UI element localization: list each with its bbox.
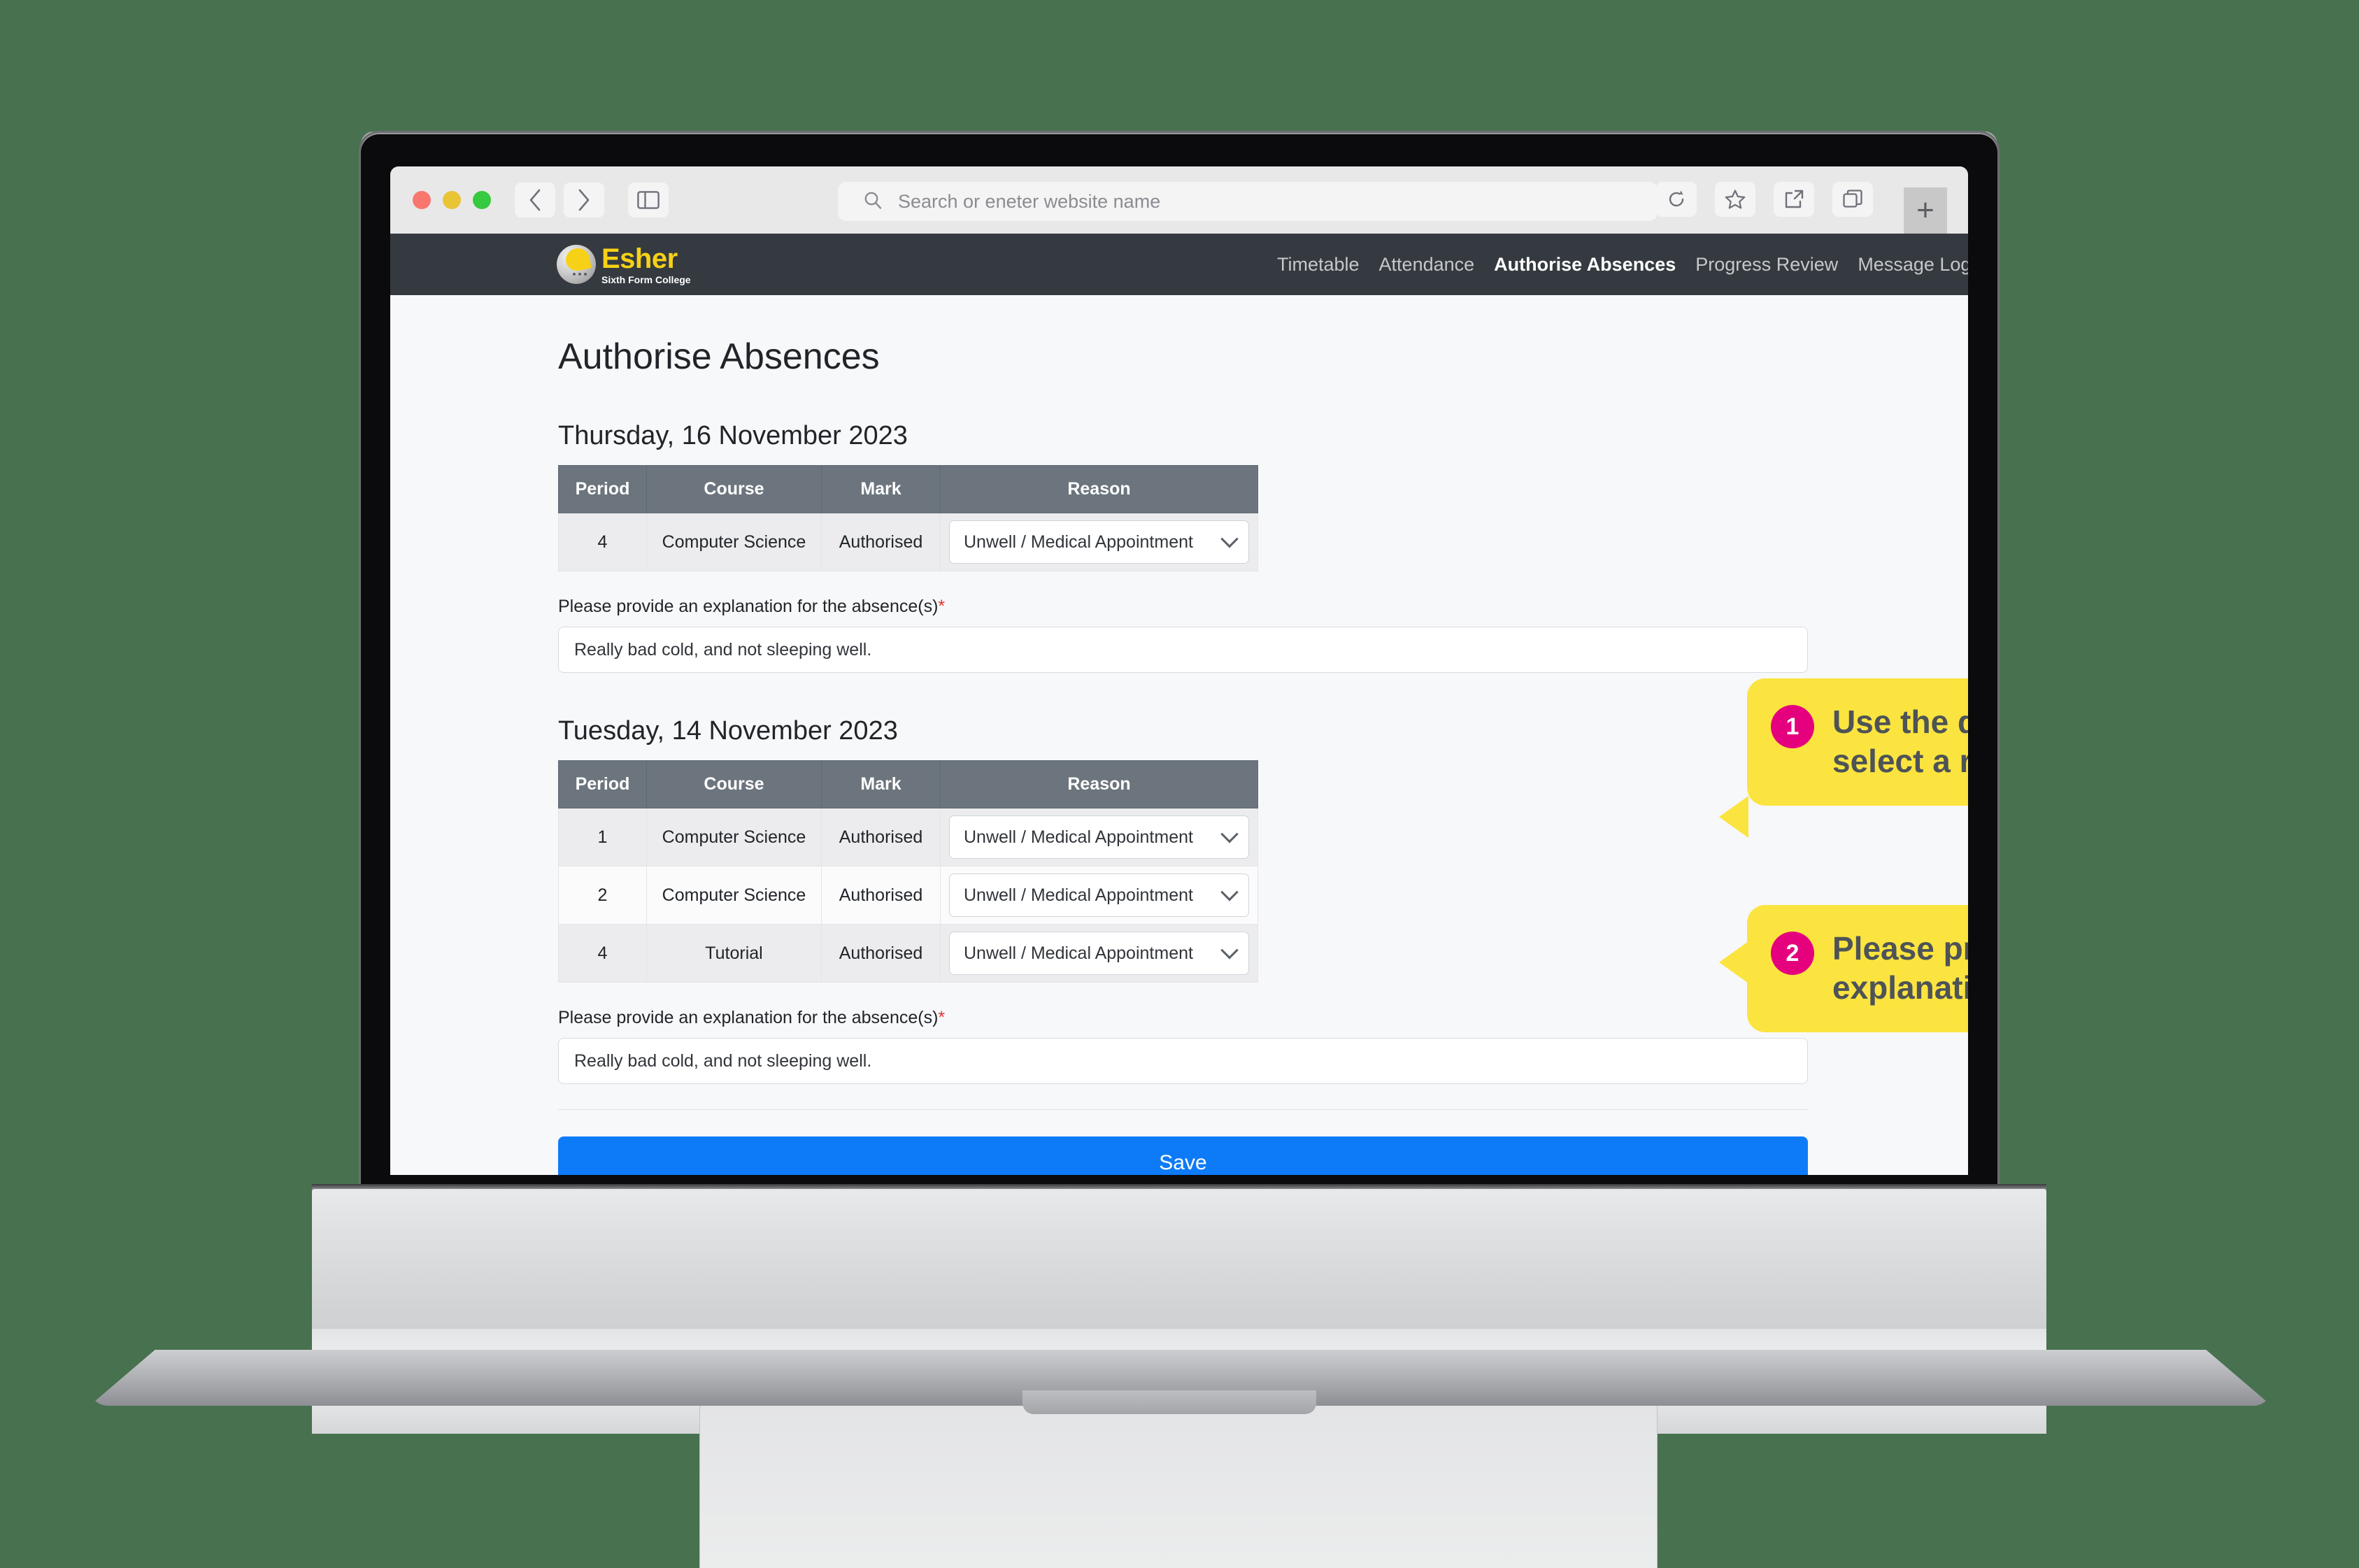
cell-course: Computer Science bbox=[646, 513, 822, 571]
table-row: 2 Computer Science Authorised Unwell / M… bbox=[558, 866, 1258, 925]
reason-select[interactable]: Unwell / Medical Appointment bbox=[949, 932, 1249, 975]
browser-toolbar bbox=[1656, 182, 1881, 217]
nav-item-attendance[interactable]: Attendance bbox=[1379, 254, 1475, 276]
chevron-down-icon bbox=[1220, 825, 1239, 843]
cell-reason: Unwell / Medical Appointment bbox=[940, 866, 1258, 925]
table-header-row: Period Course Mark Reason bbox=[558, 465, 1258, 513]
callout-badge-2: 2 bbox=[1771, 932, 1814, 975]
back-chevron-icon[interactable] bbox=[515, 183, 555, 218]
maximize-window-button[interactable] bbox=[473, 191, 491, 209]
cell-mark: Authorised bbox=[821, 808, 941, 867]
tab-overview-icon[interactable] bbox=[1832, 182, 1873, 217]
required-asterisk: * bbox=[938, 1008, 946, 1027]
cell-reason: Unwell / Medical Appointment bbox=[940, 808, 1258, 867]
cell-period: 2 bbox=[558, 866, 647, 925]
nav-item-authorise-absences[interactable]: Authorise Absences bbox=[1494, 254, 1676, 276]
column-header-mark: Mark bbox=[821, 465, 941, 513]
cell-period: 1 bbox=[558, 808, 647, 867]
save-button[interactable]: Save bbox=[558, 1136, 1808, 1175]
share-icon[interactable] bbox=[1774, 182, 1814, 217]
reason-select-value: Unwell / Medical Appointment bbox=[964, 885, 1193, 905]
date-heading-1: Thursday, 16 November 2023 bbox=[558, 421, 908, 450]
required-asterisk: * bbox=[938, 597, 946, 616]
explanation-input-2[interactable]: Really bad cold, and not sleeping well. bbox=[558, 1038, 1808, 1084]
nav-item-message-log[interactable]: Message Log bbox=[1858, 254, 1968, 276]
chevron-down-icon bbox=[1220, 530, 1239, 548]
reason-select[interactable]: Unwell / Medical Appointment bbox=[949, 520, 1249, 564]
laptop-base-top bbox=[312, 1189, 2046, 1329]
sidebar-toggle-icon[interactable] bbox=[628, 183, 669, 218]
column-header-reason: Reason bbox=[940, 760, 1258, 808]
cell-reason: Unwell / Medical Appointment bbox=[940, 924, 1258, 983]
form-divider bbox=[558, 1109, 1808, 1110]
forward-chevron-icon[interactable] bbox=[564, 183, 604, 218]
explanation-label-text-2: Please provide an explanation for the ab… bbox=[558, 1008, 939, 1027]
callout-text-2: Please provide an explanation bbox=[1832, 930, 1968, 1006]
column-header-mark: Mark bbox=[821, 760, 941, 808]
callout-bubble-2: 2 Please provide an explanation bbox=[1719, 905, 1968, 1033]
address-bar[interactable]: Search or eneter website name bbox=[838, 182, 1658, 221]
date-heading-2: Tuesday, 14 November 2023 bbox=[558, 716, 898, 746]
explanation-label-2: Please provide an explanation for the ab… bbox=[558, 1008, 1817, 1028]
column-header-course: Course bbox=[646, 465, 822, 513]
absence-table-1: Period Course Mark Reason 4 Computer Sci… bbox=[558, 465, 1258, 571]
nav-links: Timetable Attendance Authorise Absences … bbox=[1277, 254, 1968, 276]
explanation-label-1: Please provide an explanation for the ab… bbox=[558, 597, 1817, 617]
laptop-mockup: Search or eneter website name + Esher Si… bbox=[0, 0, 2359, 1568]
reason-select-value: Unwell / Medical Appointment bbox=[964, 827, 1193, 847]
site-navbar: Esher Sixth Form College Timetable Atten… bbox=[390, 234, 1968, 295]
column-header-reason: Reason bbox=[940, 465, 1258, 513]
star-icon[interactable] bbox=[1715, 182, 1755, 217]
nav-item-timetable[interactable]: Timetable bbox=[1277, 254, 1360, 276]
screenshot-stage: Search or eneter website name + Esher Si… bbox=[0, 0, 2359, 1568]
table-row: 4 Computer Science Authorised Unwell / M… bbox=[558, 513, 1258, 571]
browser-chrome: Search or eneter website name + bbox=[390, 166, 1968, 234]
cell-mark: Authorised bbox=[821, 513, 941, 571]
page-content: Authorise Absences Thursday, 16 November… bbox=[558, 295, 1817, 1175]
cell-reason: Unwell / Medical Appointment bbox=[940, 513, 1258, 571]
nav-item-progress-review[interactable]: Progress Review bbox=[1695, 254, 1838, 276]
cell-mark: Authorised bbox=[821, 866, 941, 925]
esher-logo-icon bbox=[557, 245, 596, 284]
reload-icon[interactable] bbox=[1656, 182, 1697, 217]
table-header-row: Period Course Mark Reason bbox=[558, 760, 1258, 808]
column-header-period: Period bbox=[558, 760, 647, 808]
search-icon bbox=[863, 190, 883, 213]
callout-bubble-1: 1 Use the drop down to select a reason bbox=[1719, 678, 1968, 839]
cell-course: Tutorial bbox=[646, 924, 822, 983]
table-row: 4 Tutorial Authorised Unwell / Medical A… bbox=[558, 924, 1258, 983]
cell-mark: Authorised bbox=[821, 924, 941, 983]
close-window-button[interactable] bbox=[413, 191, 431, 209]
window-traffic-lights bbox=[413, 191, 491, 209]
new-tab-button[interactable]: + bbox=[1904, 187, 1947, 234]
brand-subtitle: Sixth Form College bbox=[601, 273, 691, 285]
explanation-label-text-1: Please provide an explanation for the ab… bbox=[558, 597, 939, 616]
laptop-base-notch bbox=[1022, 1390, 1316, 1414]
site-logo[interactable]: Esher Sixth Form College bbox=[557, 245, 691, 285]
page-body: Authorise Absences Thursday, 16 November… bbox=[390, 295, 1968, 1175]
explanation-input-1[interactable]: Really bad cold, and not sleeping well. bbox=[558, 627, 1808, 673]
callout-badge-1: 1 bbox=[1771, 705, 1814, 748]
column-header-period: Period bbox=[558, 465, 647, 513]
table-row: 1 Computer Science Authorised Unwell / M… bbox=[558, 808, 1258, 867]
reason-select-value: Unwell / Medical Appointment bbox=[964, 532, 1193, 552]
browser-window: Search or eneter website name + Esher Si… bbox=[390, 166, 1968, 1175]
brand-name: Esher bbox=[601, 243, 678, 274]
cell-course: Computer Science bbox=[646, 808, 822, 867]
chevron-down-icon bbox=[1220, 941, 1239, 960]
reason-select[interactable]: Unwell / Medical Appointment bbox=[949, 874, 1249, 917]
page-title: Authorise Absences bbox=[558, 336, 880, 377]
reason-select[interactable]: Unwell / Medical Appointment bbox=[949, 815, 1249, 859]
chevron-down-icon bbox=[1220, 883, 1239, 901]
column-header-course: Course bbox=[646, 760, 822, 808]
cell-period: 4 bbox=[558, 924, 647, 983]
absence-table-2: Period Course Mark Reason 1 Computer Sci… bbox=[558, 760, 1258, 983]
cell-period: 4 bbox=[558, 513, 647, 571]
address-bar-placeholder: Search or eneter website name bbox=[898, 190, 1161, 212]
minimize-window-button[interactable] bbox=[443, 191, 461, 209]
cell-course: Computer Science bbox=[646, 866, 822, 925]
callout-text-1: Use the drop down to select a reason bbox=[1832, 704, 1968, 780]
reason-select-value: Unwell / Medical Appointment bbox=[964, 943, 1193, 963]
